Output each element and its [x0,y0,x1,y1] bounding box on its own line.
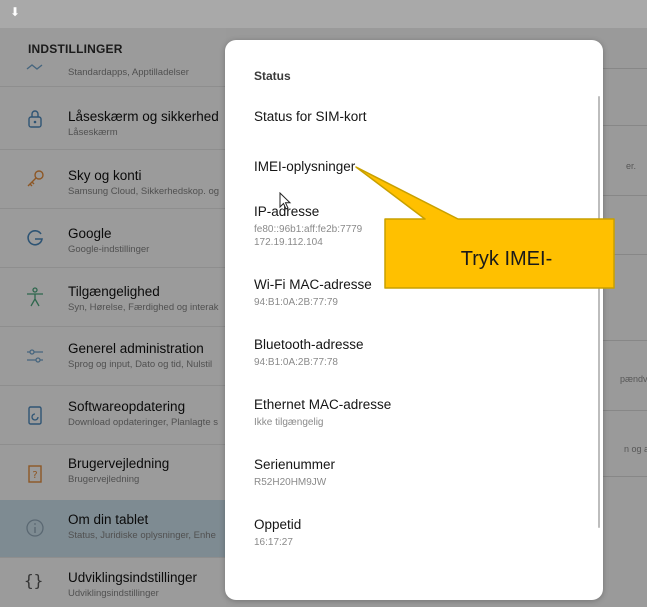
callout-text: Tryk IMEI- [460,248,553,270]
callout-arrow [355,166,615,289]
mouse-cursor-icon [279,192,292,210]
